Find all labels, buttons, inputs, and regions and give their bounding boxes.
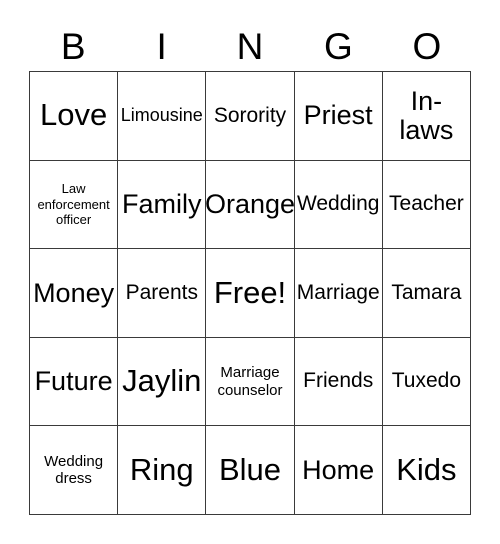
bingo-cell-label: Teacher [389,192,464,216]
bingo-cell-label: Wedding dress [44,452,104,488]
bingo-cell-label: Money [33,277,115,308]
bingo-cell[interactable]: In- laws [382,72,471,161]
bingo-cell[interactable]: Wedding [294,160,383,250]
header-letter-b: B [60,25,86,67]
bingo-cell-label: Marriage [296,280,380,304]
bingo-cell[interactable]: Tamara [382,249,471,338]
bingo-cell-label: Limousine [120,105,203,126]
bingo-cell-label: Law enforcement officer [37,181,110,228]
header-letter-o: O [412,25,442,67]
bingo-cell-label: Parents [125,280,198,304]
header-letter-g: G [324,25,353,67]
bingo-cell[interactable]: Law enforcement officer [30,160,119,250]
bingo-cell[interactable]: Teacher [382,160,471,250]
bingo-cell-label: Friends [303,369,374,393]
bingo-cell-label: Jaylin [122,363,202,399]
bingo-cell-label: Love [39,97,108,133]
bingo-cell[interactable]: Marriage counselor [206,337,295,427]
bingo-cell[interactable]: Wedding dress [30,426,119,515]
bingo-header-letters: B I N G O [29,22,471,70]
bingo-cell[interactable]: Blue [206,426,295,515]
bingo-cell[interactable]: Kids [382,426,471,515]
bingo-cell[interactable]: Orange [206,160,295,250]
bingo-cell[interactable]: Ring [118,426,207,515]
bingo-cell-label: Kids [396,451,457,487]
bingo-cell-label: Tuxedo [391,369,462,393]
bingo-cell-label: Family [122,189,202,220]
header-letter-n: N [236,25,264,67]
bingo-cell-label: Marriage counselor [217,363,283,399]
bingo-cell-label: Blue [218,451,282,487]
bingo-cell-label: Sorority [213,103,287,127]
bingo-cell[interactable]: Love [30,72,119,161]
bingo-cell[interactable]: Money [30,249,119,338]
bingo-grid: Love Limousine Sorority Priest In- laws Law e… [29,71,471,515]
bingo-cell-label: Tamara [391,280,462,304]
bingo-cell[interactable]: Parents [118,249,207,338]
header-letter-i: I [156,25,167,67]
bingo-cell[interactable]: Friends [294,337,383,427]
bingo-cell-label: In- laws [399,86,454,145]
bingo-cell[interactable]: Priest [294,72,383,161]
bingo-cell-label: Future [34,366,113,397]
bingo-cell[interactable]: Marriage [294,249,383,338]
bingo-cell[interactable]: Jaylin [118,337,207,427]
bingo-cell[interactable]: Tuxedo [382,337,471,427]
bingo-cell[interactable]: Family [118,160,207,250]
bingo-cell-label: Orange [206,189,295,220]
bingo-cell[interactable]: Sorority [206,72,295,161]
bingo-cell[interactable]: Home [294,426,383,515]
bingo-card: B I N G O Love Limousine Sorority Priest In-… [0,0,500,544]
bingo-free-space[interactable]: Free! [206,249,295,338]
bingo-cell-label: Free! [213,274,287,310]
bingo-cell-label: Ring [129,451,194,487]
bingo-cell[interactable]: Future [30,337,119,427]
bingo-cell-label: Wedding [296,192,380,216]
bingo-cell-label: Priest [303,100,373,131]
bingo-cell-label: Home [302,454,375,485]
bingo-cell[interactable]: Limousine [118,72,207,161]
